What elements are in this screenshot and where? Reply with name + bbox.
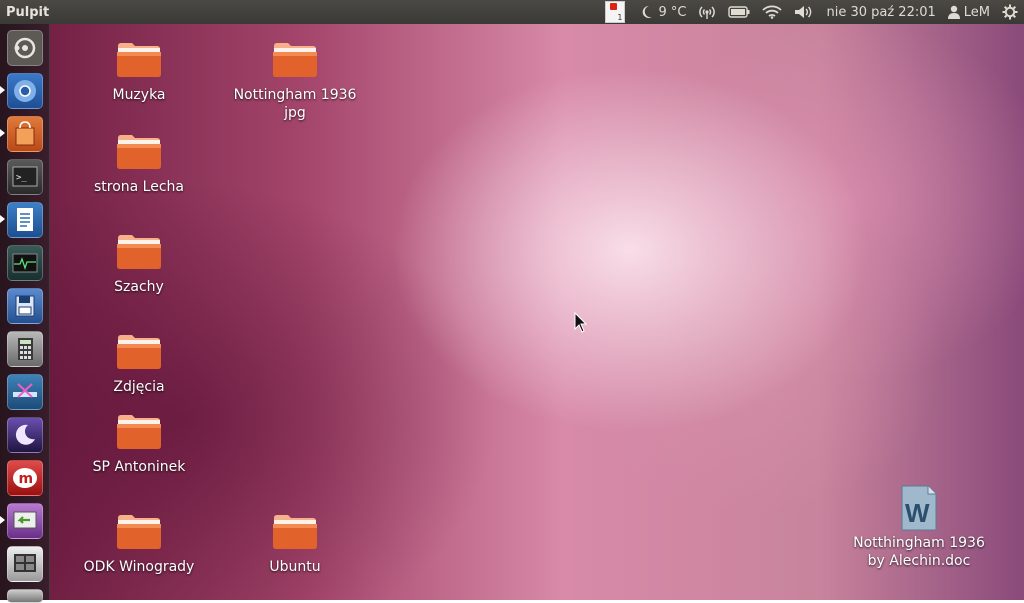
- folder-icon: [117, 235, 161, 269]
- network-indicator[interactable]: [692, 0, 722, 24]
- mouse-pointer-icon: [574, 312, 588, 333]
- desktop-folder[interactable]: SP Antoninek: [64, 412, 214, 476]
- desktop-icon-label: Notthingham 1936 by Alechin.doc: [853, 535, 985, 569]
- network-tool-icon: [13, 383, 37, 398]
- launcher-dash-home[interactable]: [7, 30, 43, 66]
- desktop-document[interactable]: W Notthingham 1936 by Alechin.doc: [844, 484, 994, 570]
- shopping-bag-icon: [15, 121, 35, 146]
- writer-document-icon: [17, 208, 33, 231]
- user-icon: [947, 5, 960, 19]
- folder-icon: [117, 135, 161, 169]
- ubuntu-logo-icon: [14, 37, 36, 59]
- word-document-icon: W: [901, 485, 937, 531]
- desktop-icon-label: SP Antoninek: [92, 459, 186, 475]
- wifi-icon: [762, 5, 783, 19]
- running-indicator: [0, 86, 5, 94]
- running-indicator: [0, 215, 5, 223]
- svg-text:m: m: [19, 471, 34, 487]
- session-indicator[interactable]: [996, 0, 1024, 24]
- moon-night-icon: [15, 424, 35, 445]
- launcher-remote-desktop[interactable]: [7, 503, 43, 539]
- launcher-software-center[interactable]: [7, 116, 43, 152]
- launcher-save-app[interactable]: [7, 288, 43, 324]
- launcher-trash-partial[interactable]: [7, 589, 43, 603]
- desktop-folder[interactable]: Ubuntu: [220, 512, 370, 576]
- desktop-icon-label: Ubuntu: [269, 559, 321, 575]
- folder-icon: [117, 415, 161, 449]
- desktop-icon-label: strona Lecha: [93, 179, 184, 195]
- folder-icon: [117, 515, 161, 549]
- launcher-libreoffice-writer[interactable]: [7, 202, 43, 238]
- indicator-area: 1 9 °C nie 30 paź 22:01 LeM: [599, 0, 1024, 24]
- moon-weather-icon: [643, 5, 653, 18]
- launcher-workspace-switcher[interactable]: [7, 546, 43, 582]
- wifi-indicator[interactable]: [756, 0, 788, 24]
- volume-icon: [795, 6, 812, 18]
- system-monitor-icon: [12, 253, 38, 273]
- desktop-folder[interactable]: Muzyka: [64, 40, 214, 104]
- launcher: >_ m: [0, 24, 50, 603]
- svg-text:>_: >_: [16, 173, 27, 183]
- desktop-folder[interactable]: ODK Winogrady: [64, 512, 214, 576]
- desktop-icon-label: ODK Winogrady: [83, 559, 195, 575]
- mendeley-icon: m: [13, 468, 37, 488]
- desktop-folder[interactable]: Nottingham 1936 jpg: [220, 40, 370, 122]
- workspace-switcher-icon: [14, 554, 36, 572]
- launcher-calculator[interactable]: [7, 331, 43, 367]
- running-indicator: [0, 516, 5, 524]
- running-indicator: [0, 129, 5, 137]
- network-signal-icon: [699, 6, 716, 19]
- svg-text:W: W: [905, 498, 930, 528]
- weather-indicator[interactable]: 9 °C: [635, 0, 692, 24]
- calendar-notification-icon: 1: [605, 1, 626, 23]
- floppy-disk-icon: [15, 295, 35, 317]
- terminal-icon: >_: [12, 166, 38, 187]
- datetime-label: nie 30 paź 22:01: [826, 4, 936, 20]
- desktop-icon-label: Muzyka: [112, 87, 166, 103]
- volume-indicator[interactable]: [788, 0, 820, 24]
- user-name: LeM: [963, 4, 990, 20]
- desktop-folder[interactable]: Zdjęcia: [64, 332, 214, 396]
- launcher-terminal[interactable]: >_: [7, 159, 43, 195]
- window-title: Pulpit: [6, 4, 50, 20]
- launcher-chromium[interactable]: [7, 73, 43, 109]
- desktop-icon-label: Szachy: [114, 279, 164, 295]
- desktop-folder[interactable]: Szachy: [64, 232, 214, 296]
- weather-temperature: 9 °C: [658, 4, 687, 20]
- user-indicator[interactable]: LeM: [942, 0, 996, 24]
- remote-desktop-icon: [13, 511, 37, 529]
- launcher-system-monitor[interactable]: [7, 245, 43, 281]
- calculator-icon: [18, 338, 33, 360]
- session-gear-icon: [1002, 4, 1018, 20]
- launcher-mendeley[interactable]: m: [7, 460, 43, 496]
- desktop-icon-label: Zdjęcia: [113, 379, 165, 395]
- folder-icon: [273, 43, 317, 77]
- desktop-folder[interactable]: strona Lecha: [64, 132, 214, 196]
- folder-icon: [117, 43, 161, 77]
- launcher-night-sky-app[interactable]: [7, 417, 43, 453]
- battery-indicator[interactable]: [722, 0, 756, 24]
- battery-icon: [728, 6, 750, 18]
- launcher-network-app[interactable]: [7, 374, 43, 410]
- folder-icon: [273, 515, 317, 549]
- desktop-icon-label: Nottingham 1936 jpg: [233, 87, 357, 121]
- chromium-icon: [14, 80, 36, 102]
- calendar-indicator[interactable]: 1: [599, 0, 635, 24]
- top-panel: Pulpit 1 9 °C nie 30 paź 22:01 LeM: [0, 0, 1024, 24]
- folder-icon: [117, 335, 161, 369]
- clock-indicator[interactable]: nie 30 paź 22:01: [820, 0, 941, 24]
